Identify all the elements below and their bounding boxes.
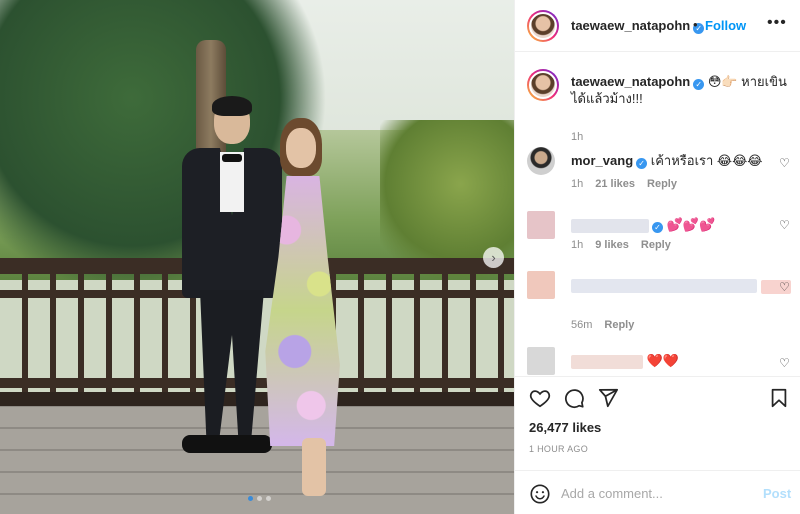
reply-button[interactable]: Reply (604, 319, 634, 331)
author-username[interactable]: taewaew_natapohn ✓ (571, 18, 705, 34)
caption-text: taewaew_natapohn ✓ 😳👉🏻 หายเขินได้แล้วม้าง… (571, 73, 791, 107)
post-header: taewaew_natapohn ✓ • Follow ••• (515, 0, 800, 52)
comment-composer: Post (515, 470, 800, 514)
comment-time[interactable]: 1h (571, 178, 583, 190)
heart-icon[interactable]: ♡ (779, 157, 791, 169)
comment-time[interactable]: 1h (571, 239, 583, 251)
comment-meta: 1h 9 likes Reply (571, 239, 671, 251)
carousel-dot (248, 496, 253, 501)
heart-icon[interactable]: ♡ (779, 281, 791, 293)
photo-woman (262, 118, 344, 498)
comment-text: ❤️❤️ (571, 352, 771, 369)
verified-badge-icon: ✓ (652, 222, 663, 233)
reply-button[interactable]: Reply (641, 239, 671, 251)
avatar[interactable] (527, 211, 555, 239)
reply-button[interactable]: Reply (647, 178, 677, 190)
comment-text: ✓ 💕💕💕 (571, 216, 771, 233)
separator-dot: • (693, 17, 698, 32)
chevron-right-icon: › (491, 250, 496, 265)
caption-time[interactable]: 1h (571, 131, 583, 143)
emoji-icon[interactable] (529, 483, 551, 505)
comment-input[interactable] (561, 483, 751, 503)
avatar[interactable] (527, 347, 555, 375)
redacted-username[interactable] (571, 354, 643, 369)
caption-avatar[interactable] (527, 69, 559, 101)
post-side-panel: taewaew_natapohn ✓ • Follow ••• taewaew_n… (514, 0, 800, 514)
comments-list[interactable]: taewaew_natapohn ✓ 😳👉🏻 หายเขินได้แล้วม้าง… (515, 53, 800, 375)
comment-text: mor_vang ✓ เค้าหรือเรา 😂😂😂 (571, 153, 763, 169)
verified-badge-icon: ✓ (693, 79, 705, 90)
bookmark-icon[interactable] (769, 387, 789, 409)
next-slide-button[interactable]: › (483, 247, 504, 268)
caption-username[interactable]: taewaew_natapohn ✓ (571, 74, 705, 90)
avatar[interactable] (527, 147, 555, 175)
share-icon[interactable] (597, 387, 619, 409)
comment-time[interactable]: 56m (571, 319, 592, 331)
follow-button[interactable]: Follow (705, 18, 746, 33)
comment-likes[interactable]: 9 likes (595, 239, 629, 251)
comment-likes[interactable]: 21 likes (595, 178, 635, 190)
post-button[interactable]: Post (763, 486, 791, 501)
avatar[interactable] (527, 271, 555, 299)
redacted-username[interactable] (571, 218, 649, 233)
comment-icon[interactable] (563, 387, 585, 409)
more-options-icon[interactable]: ••• (767, 14, 787, 32)
comment-username[interactable]: mor_vang ✓ (571, 153, 648, 169)
carousel-dot (266, 496, 271, 501)
post-actions (515, 376, 800, 416)
avatar[interactable] (527, 10, 559, 42)
heart-icon[interactable]: ♡ (779, 357, 791, 369)
carousel-dot (257, 496, 262, 501)
redacted-comment (571, 278, 757, 293)
heart-icon[interactable]: ♡ (779, 219, 791, 231)
post-timestamp[interactable]: 1 HOUR AGO (529, 444, 588, 454)
comment-meta: 1h 21 likes Reply (571, 178, 677, 190)
post-photo[interactable]: › (0, 0, 514, 514)
heart-icon[interactable] (529, 387, 551, 409)
comment-text (571, 276, 791, 295)
comment-meta: 56m Reply (571, 319, 634, 331)
verified-badge-icon: ✓ (636, 158, 648, 169)
carousel-dots (248, 496, 271, 501)
like-count[interactable]: 26,477 likes (529, 420, 601, 435)
